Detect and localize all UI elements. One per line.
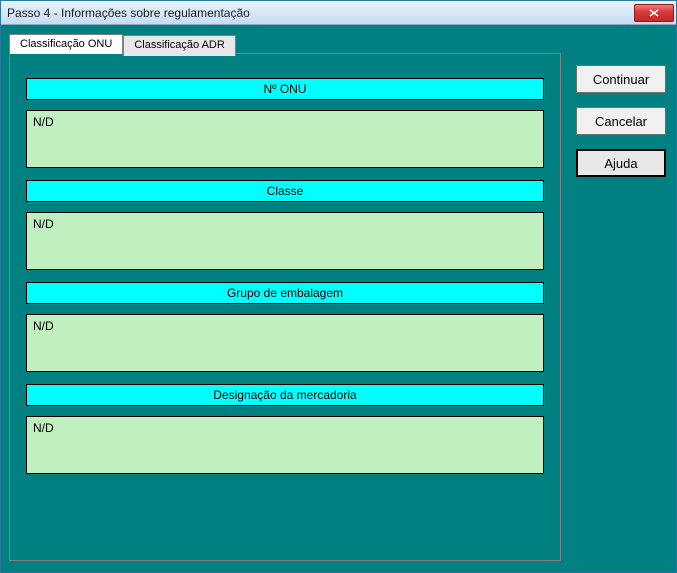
tab-classificacao-adr[interactable]: Classificação ADR [123,35,235,56]
section-header-classe: Classe [26,180,544,202]
section-header-grupo: Grupo de embalagem [26,282,544,304]
tab-classificacao-onu[interactable]: Classificação ONU [9,34,123,55]
tab-strip: Classificação ONU Classificação ADR [9,33,236,54]
cancelar-button[interactable]: Cancelar [576,107,666,135]
dialog-window: Passo 4 - Informações sobre regulamentaç… [0,0,677,573]
close-icon [649,9,659,17]
client-area: Classificação ONU Classificação ADR Nº O… [1,25,676,572]
titlebar: Passo 4 - Informações sobre regulamentaç… [1,1,676,25]
section-value-onu-number: N/D [26,110,544,168]
section-value-grupo: N/D [26,314,544,372]
section-value-classe: N/D [26,212,544,270]
window-title: Passo 4 - Informações sobre regulamentaç… [7,6,250,20]
close-button[interactable] [634,4,674,22]
sidebar-buttons: Continuar Cancelar Ajuda [576,65,666,177]
ajuda-button[interactable]: Ajuda [576,149,666,177]
section-header-onu-number: Nº ONU [26,78,544,100]
section-header-designacao: Designação da mercadoria [26,384,544,406]
tab-panel-onu: Nº ONU N/D Classe N/D Grupo de embalagem… [9,53,561,561]
section-value-designacao: N/D [26,416,544,474]
continuar-button[interactable]: Continuar [576,65,666,93]
